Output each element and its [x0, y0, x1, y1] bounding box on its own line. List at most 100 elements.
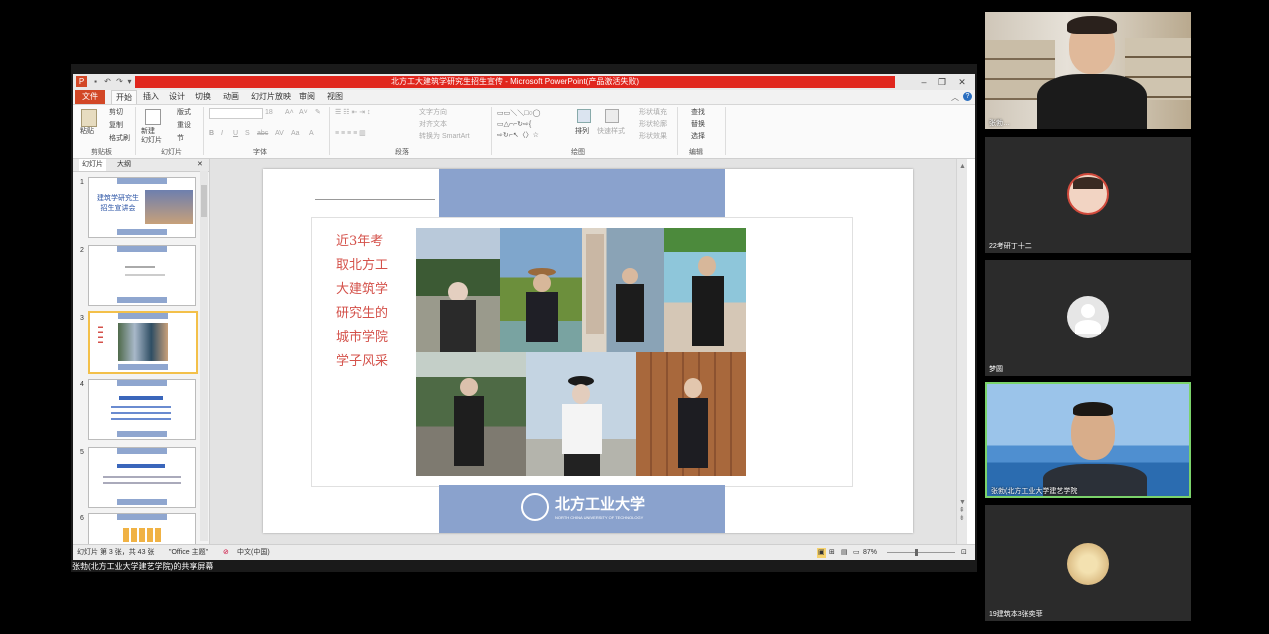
text-direction-button[interactable]: 文字方向	[419, 108, 447, 117]
tab-animations[interactable]: 动画	[219, 90, 243, 104]
zoom-slider-thumb[interactable]	[915, 549, 918, 556]
slideshow-view-icon[interactable]: ▭	[853, 548, 860, 558]
thumbnail-number: 2	[80, 247, 84, 254]
tab-outline[interactable]: 大纲	[117, 159, 131, 171]
undo-icon[interactable]: ↶	[103, 77, 112, 86]
shapes-gallery[interactable]: ▭▭＼＼□○◯ ▭△⌐⌐↻⇨{⇨↻⌐↖〈〉☆	[497, 108, 541, 141]
sorter-view-icon[interactable]: ⊞	[829, 548, 835, 558]
redo-icon[interactable]: ↷	[115, 77, 124, 86]
participant-tile[interactable]: 张勃…	[985, 12, 1191, 129]
slide-thumbnail-1[interactable]: 建筑学研究生 招生宣讲会	[88, 177, 196, 238]
font-group-label: 字体	[253, 149, 267, 156]
slide-thumbnail-3-selected[interactable]: ▬ ▬ ▬ ▬	[88, 311, 198, 374]
tab-file[interactable]: 文件	[75, 90, 105, 104]
participant-name: 梦圆	[989, 366, 1003, 373]
reset-button[interactable]: 重设	[177, 121, 191, 130]
tab-transitions[interactable]: 切换	[191, 90, 215, 104]
status-bar: 幻灯片 第 3 张，共 43 张 "Office 主题" ⊘ 中文(中国) ▣ …	[73, 544, 975, 560]
scrollbar-thumb[interactable]	[201, 185, 207, 217]
slide-thumbnail-2[interactable]	[88, 245, 196, 306]
tab-insert[interactable]: 插入	[139, 90, 163, 104]
heading-line: 学子风采	[336, 354, 389, 369]
shape-effects-button[interactable]: 形状效果	[639, 132, 667, 141]
thumbnail-scrollbar[interactable]	[200, 171, 208, 541]
strikethrough-button[interactable]: abc	[257, 129, 268, 138]
underline-button[interactable]: U	[233, 129, 238, 138]
participant-tile[interactable]: 19建筑本3张奕菲	[985, 505, 1191, 621]
align-icons[interactable]: ≡ ≡ ≡ ≡ ▥	[335, 129, 366, 138]
cut-button[interactable]: 剪切	[109, 108, 123, 117]
tab-home[interactable]: 开始	[111, 90, 137, 104]
reading-view-icon[interactable]: ▤	[841, 548, 848, 558]
thumbnail-title: 建筑学研究生 招生宣讲会	[97, 195, 139, 212]
grow-font-icon[interactable]: A˄	[285, 108, 294, 117]
tab-design[interactable]: 设计	[165, 90, 189, 104]
clear-format-icon[interactable]: ✎	[315, 108, 321, 117]
italic-button[interactable]: I	[221, 129, 223, 138]
align-text-button[interactable]: 对齐文本	[419, 120, 447, 129]
paste-icon[interactable]	[81, 109, 97, 127]
quick-styles-button[interactable]: 快速样式	[597, 127, 625, 136]
spellcheck-icon[interactable]: ⊘	[223, 548, 229, 558]
thumbnail-number: 3	[80, 315, 84, 322]
find-button[interactable]: 查找	[691, 108, 705, 117]
font-size-box[interactable]: 18	[265, 108, 273, 117]
participant-tile-active-speaker[interactable]: 张勃(北方工业大学建艺学院	[985, 382, 1191, 498]
slide-thumbnail-6[interactable]	[88, 513, 196, 545]
font-name-box[interactable]	[209, 108, 263, 119]
zoom-level[interactable]: 87%	[863, 548, 877, 558]
paste-button[interactable]: 粘贴	[80, 127, 94, 136]
minimize-ribbon-icon[interactable]: ︿	[951, 92, 959, 103]
help-icon[interactable]: ?	[963, 92, 972, 101]
convert-smartart-button[interactable]: 转换为 SmartArt	[419, 132, 470, 141]
slide-thumbnail-4[interactable]	[88, 379, 196, 440]
group-separator	[491, 107, 492, 155]
editor-scrollbar[interactable]: ▲ ▼ ⇞ ⇟	[956, 159, 967, 544]
close-pane-icon[interactable]: ✕	[197, 159, 203, 171]
customize-qat-icon[interactable]: ▾	[125, 77, 134, 86]
tab-view[interactable]: 视图	[323, 90, 347, 104]
char-spacing-button[interactable]: AV	[275, 129, 284, 138]
section-button[interactable]: 节	[177, 134, 184, 143]
copy-button[interactable]: 复制	[109, 121, 123, 130]
arrange-icon[interactable]	[577, 109, 591, 123]
tab-slides[interactable]: 幻灯片	[79, 159, 106, 171]
slide-thumbnail-5[interactable]	[88, 447, 196, 508]
close-button[interactable]: ✕	[955, 76, 969, 88]
shape-fill-button[interactable]: 形状填充	[639, 108, 667, 117]
shrink-font-icon[interactable]: A˅	[299, 108, 308, 117]
restore-button[interactable]: ❐	[935, 76, 949, 88]
zoom-slider[interactable]	[887, 549, 955, 556]
window-title: 北方工大建筑学研究生招生宣传 - Microsoft PowerPoint(产品…	[135, 76, 895, 88]
tab-review[interactable]: 审阅	[295, 90, 319, 104]
font-color-icon[interactable]: A	[309, 129, 314, 138]
tab-slideshow[interactable]: 幻灯片放映	[247, 90, 295, 104]
language-indicator[interactable]: 中文(中国)	[237, 548, 270, 558]
student-photo	[664, 228, 746, 352]
layout-button[interactable]: 版式	[177, 108, 191, 117]
slide-canvas[interactable]: 近3年考 取北方工 大建筑学 研究生的 城市学院 学子风采 北方工业大学 NOR…	[263, 169, 913, 533]
replace-button[interactable]: 替换	[691, 120, 705, 129]
quick-styles-icon[interactable]	[605, 109, 619, 123]
bullets-icon[interactable]: ☰ ☷ ⇤ ⇥ ↕	[335, 108, 371, 117]
format-painter-button[interactable]: 格式刷	[109, 134, 130, 143]
normal-view-icon[interactable]: ▣	[817, 548, 826, 558]
select-button[interactable]: 选择	[691, 132, 705, 141]
bold-button[interactable]: B	[209, 129, 214, 138]
new-slide-icon[interactable]	[145, 109, 161, 125]
arrange-button[interactable]: 排列	[575, 127, 589, 136]
new-slide-button[interactable]: 新建 幻灯片	[141, 127, 162, 145]
powerpoint-app-icon[interactable]: P	[76, 76, 87, 87]
save-icon[interactable]: ▪	[91, 77, 100, 86]
fit-window-icon[interactable]: ⊡	[961, 548, 967, 558]
student-photo	[636, 352, 746, 476]
participant-tile[interactable]: 22考研丁十二	[985, 137, 1191, 253]
change-case-button[interactable]: Aa	[291, 129, 300, 138]
shape-outline-button[interactable]: 形状轮廓	[639, 120, 667, 129]
minimize-button[interactable]: –	[917, 76, 931, 88]
student-photo	[526, 352, 636, 476]
decor-line	[315, 199, 435, 200]
shadow-button[interactable]: S	[245, 129, 250, 138]
drawing-group-label: 绘图	[571, 149, 585, 156]
participant-tile[interactable]: 梦圆	[985, 260, 1191, 376]
